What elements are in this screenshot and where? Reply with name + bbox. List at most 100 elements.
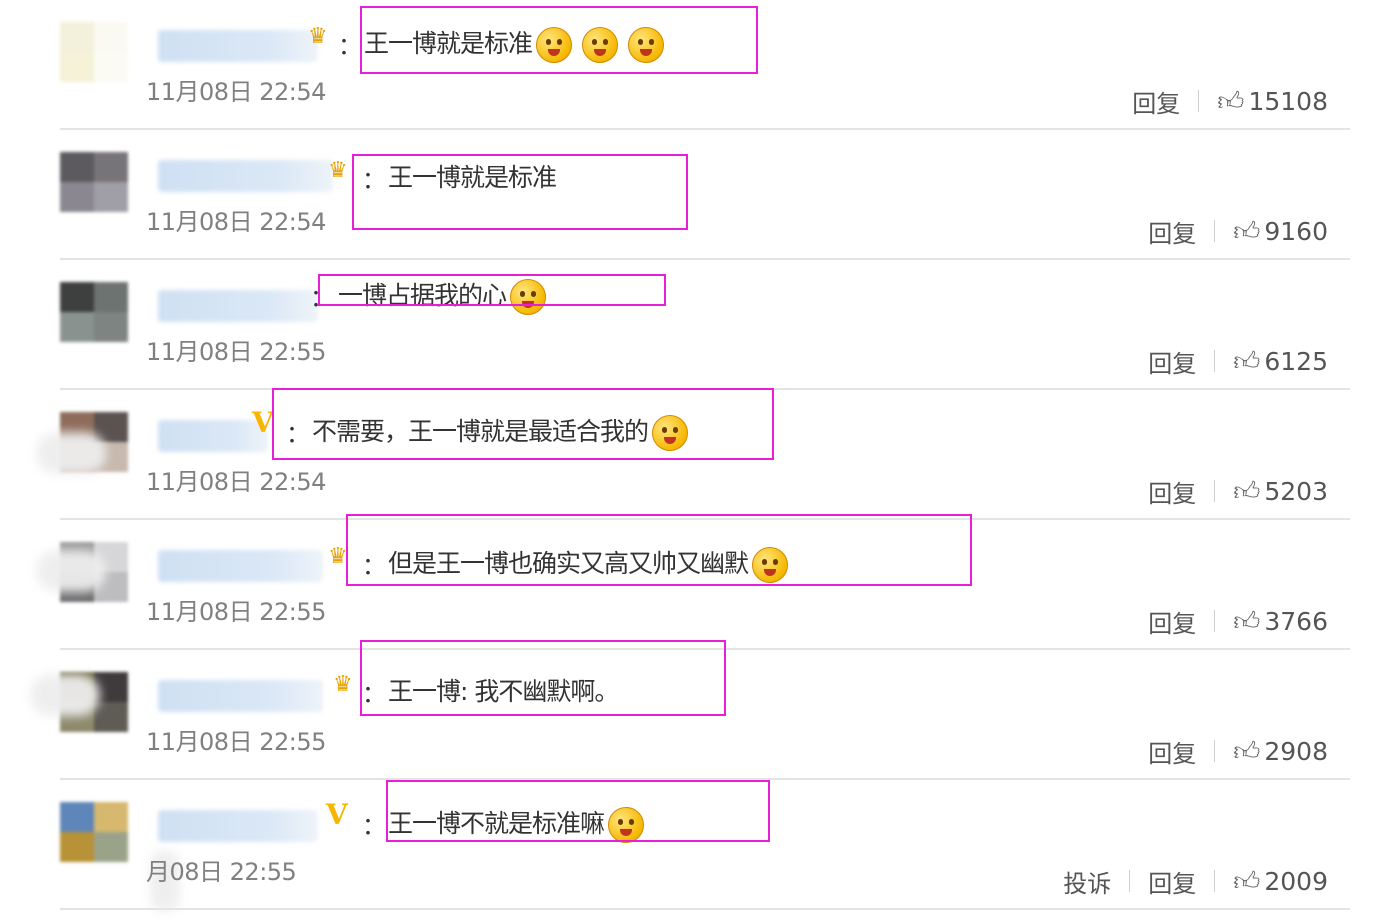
comment-text: 王一博: 我不幽默啊。 [388,672,619,708]
reply-button[interactable]: 回复 [1148,214,1196,249]
reply-button[interactable]: 回复 [1148,344,1196,379]
comment-colon: ： [338,32,362,60]
thumbs-up-icon[interactable]: 👍︎ [1233,216,1260,247]
comment-item: ♛ ：王一博就是标准 11月08日 22:54 回复 👍︎ 9160 [0,130,1390,260]
action-divider [1214,480,1216,502]
reply-button[interactable]: 回复 [1148,604,1196,639]
comment-timestamp: 月08日 22:55 [146,858,297,886]
comment-text-content: 王一博不就是标准嘛 [388,809,605,838]
like-count: 9160 [1264,216,1328,246]
avatar[interactable] [60,282,128,342]
username[interactable] [158,290,318,322]
action-divider [1129,870,1131,892]
action-divider [1214,220,1216,242]
avatar[interactable] [60,22,128,82]
crown-badge-icon: ♛ [328,544,348,569]
comment-actions: 回复 👍︎ 6125 [1148,344,1328,379]
comment-timestamp: 11月08日 22:54 [146,78,326,106]
comment-actions: 投诉 回复 👍︎ 2009 [1063,864,1328,899]
comment-item: V ：王一博不就是标准嘛月08日 22:55 投诉 回复 👍︎ 2009 [0,780,1390,912]
reply-button[interactable]: 回复 [1148,864,1196,899]
comment-colon: ： [362,812,386,840]
thumbs-up-icon[interactable]: 👍︎ [1233,476,1260,507]
comment-timestamp: 11月08日 22:54 [146,468,326,496]
like-button[interactable]: 👍︎ 2009 [1233,866,1328,897]
reply-button[interactable]: 回复 [1148,474,1196,509]
thumbs-up-icon[interactable]: 👍︎ [1233,606,1260,637]
action-divider [1214,610,1216,632]
comment-text: 王一博不就是标准嘛 [388,804,645,843]
thumbs-up-icon[interactable]: 👍︎ [1233,346,1260,377]
comment-timestamp: 11月08日 22:55 [146,338,326,366]
like-button[interactable]: 👍︎ 9160 [1233,216,1328,247]
like-button[interactable]: 👍︎ 15108 [1217,86,1328,117]
comment-text: 一博占据我的心 [338,276,547,315]
comment-actions: 回复 👍︎ 3766 [1148,604,1328,639]
comment-text: 但是王一博也确实又高又帅又幽默 [388,544,789,583]
comment-text: 不需要，王一博就是最适合我的 [312,412,689,451]
comment-text: 王一博就是标准 [388,158,557,194]
report-button[interactable]: 投诉 [1063,864,1111,899]
comment-actions: 回复 👍︎ 9160 [1148,214,1328,249]
thumbs-up-icon[interactable]: 👍︎ [1217,86,1244,117]
comment-text-content: 王一博: 我不幽默啊。 [388,677,619,706]
avatar[interactable] [60,802,128,862]
like-count: 3766 [1264,606,1328,636]
screaming-emoji-icon [608,807,645,843]
username[interactable] [158,30,318,62]
comment-text-content: 一博占据我的心 [338,281,507,310]
action-divider [1214,870,1216,892]
comment-item: V ：不需要，王一博就是最适合我的 11月08日 22:54 回复 👍︎ 5203 [0,390,1390,520]
comment-timestamp: 11月08日 22:55 [146,598,326,626]
comment-colon: ： [286,420,310,448]
avatar[interactable] [60,152,128,212]
reply-button[interactable]: 回复 [1132,84,1180,119]
action-divider [1198,90,1200,112]
v-badge-icon: V [252,406,274,439]
username[interactable] [158,680,323,712]
comment-text-content: 王一博就是标准 [388,163,557,192]
thumbs-up-icon[interactable]: 👍︎ [1233,736,1260,767]
like-count: 2908 [1264,736,1328,766]
like-button[interactable]: 👍︎ 6125 [1233,346,1328,377]
action-divider [1214,740,1216,762]
comment-actions: 回复 👍︎ 5203 [1148,474,1328,509]
comment-colon: ： [362,552,386,580]
like-count: 6125 [1264,346,1328,376]
like-count: 2009 [1264,866,1328,896]
username[interactable] [158,550,323,582]
action-divider [1214,350,1216,372]
comment-text: 王一博就是标准 [364,24,665,63]
username[interactable] [158,160,333,192]
scared-emoji-icon [582,27,619,63]
comment-divider [60,908,1350,910]
crown-badge-icon: ♛ [308,24,328,49]
comment-item: ♛ ：王一博就是标准 11月08日 22:54 回复 👍︎ 15108 [0,0,1390,130]
comment-timestamp: 11月08日 22:55 [146,728,326,756]
crown-badge-icon: ♛ [328,158,348,183]
username[interactable] [158,810,318,842]
thumbs-up-icon[interactable]: 👍︎ [1233,866,1260,897]
cat-emoji-icon [652,415,689,451]
v-badge-icon: V [326,798,348,831]
comment-text-content: 但是王一博也确实又高又帅又幽默 [388,549,749,578]
comment-colon: ： [310,284,334,312]
comment-colon: ： [362,166,386,194]
laughing-emoji-icon [752,547,789,583]
crown-badge-icon: ♛ [333,672,353,697]
cat-emoji-icon [510,279,547,315]
comment-item: ♛ ：王一博: 我不幽默啊。 11月08日 22:55 回复 👍︎ 2908 [0,650,1390,780]
reply-button[interactable]: 回复 [1148,734,1196,769]
comment-actions: 回复 👍︎ 2908 [1148,734,1328,769]
comment-text-content: 不需要，王一博就是最适合我的 [312,417,649,446]
like-button[interactable]: 👍︎ 5203 [1233,476,1328,507]
like-count: 5203 [1264,476,1328,506]
comment-item: ：一博占据我的心 11月08日 22:55 回复 👍︎ 6125 [0,260,1390,390]
like-count: 15108 [1248,86,1328,116]
comment-actions: 回复 👍︎ 15108 [1132,84,1328,119]
like-button[interactable]: 👍︎ 2908 [1233,736,1328,767]
comment-text-content: 王一博就是标准 [364,29,533,58]
comment-item: ♛ ：但是王一博也确实又高又帅又幽默 11月08日 22:55 回复 👍︎ 3766 [0,520,1390,650]
scared-emoji-icon [628,27,665,63]
like-button[interactable]: 👍︎ 3766 [1233,606,1328,637]
